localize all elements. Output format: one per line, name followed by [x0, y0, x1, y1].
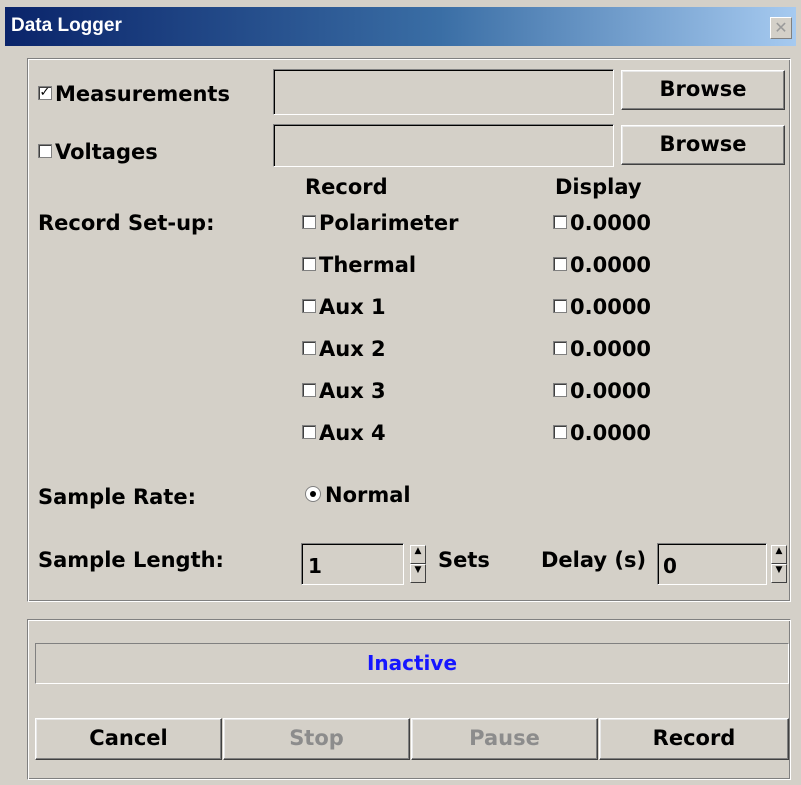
channel-name: Polarimeter	[319, 211, 459, 235]
channel-name: Aux 4	[319, 421, 386, 445]
channel-name: Thermal	[319, 253, 417, 277]
checkbox-unchecked-icon	[38, 144, 52, 158]
sample-length-input[interactable]: 1	[301, 543, 404, 585]
record-aux2-checkbox[interactable]: Aux 2	[302, 337, 386, 361]
voltages-browse-button[interactable]: Browse	[621, 125, 785, 165]
radio-selected-icon	[305, 486, 321, 502]
checkbox-unchecked-icon	[553, 341, 567, 355]
spin-up-icon[interactable]: ▲	[410, 545, 426, 564]
checkbox-unchecked-icon	[302, 425, 316, 439]
record-aux3-checkbox[interactable]: Aux 3	[302, 379, 386, 403]
spin-up-icon[interactable]: ▲	[771, 545, 787, 564]
record-column-header: Record	[305, 175, 388, 199]
voltages-label: Voltages	[55, 140, 158, 164]
channel-name: Aux 3	[319, 379, 386, 403]
checkbox-unchecked-icon	[302, 299, 316, 313]
status-indicator: Inactive	[35, 643, 789, 684]
delay-spinner[interactable]: ▲ ▼	[771, 545, 787, 583]
record-aux4-checkbox[interactable]: Aux 4	[302, 421, 386, 445]
display-polarimeter-checkbox[interactable]: 0.0000	[553, 211, 651, 235]
channel-value: 0.0000	[570, 379, 652, 403]
channel-name: Aux 2	[319, 337, 386, 361]
display-aux3-checkbox[interactable]: 0.0000	[553, 379, 651, 403]
channel-value: 0.0000	[570, 337, 652, 361]
spin-down-icon[interactable]: ▼	[410, 564, 426, 583]
record-aux1-checkbox[interactable]: Aux 1	[302, 295, 386, 319]
pause-button[interactable]: Pause	[411, 718, 598, 760]
checkbox-unchecked-icon	[553, 383, 567, 397]
display-aux1-checkbox[interactable]: 0.0000	[553, 295, 651, 319]
sample-length-label: Sample Length:	[38, 548, 224, 572]
cancel-button[interactable]: Cancel	[35, 718, 222, 760]
voltages-path-field[interactable]	[273, 124, 614, 167]
checkbox-unchecked-icon	[302, 341, 316, 355]
data-logger-window: Data Logger ✕ ✓ Measurements Browse Volta…	[0, 0, 801, 785]
measurements-path-field[interactable]	[273, 69, 614, 115]
checkbox-unchecked-icon	[302, 215, 316, 229]
checkbox-unchecked-icon	[302, 383, 316, 397]
sample-rate-option: Normal	[325, 483, 411, 507]
display-column-header: Display	[555, 175, 642, 199]
display-aux4-checkbox[interactable]: 0.0000	[553, 421, 651, 445]
record-thermal-checkbox[interactable]: Thermal	[302, 253, 416, 277]
sample-length-unit: Sets	[438, 548, 490, 572]
channel-value: 0.0000	[570, 253, 652, 277]
sample-rate-label: Sample Rate:	[38, 485, 196, 509]
checkbox-unchecked-icon	[553, 299, 567, 313]
measurements-browse-button[interactable]: Browse	[621, 70, 785, 110]
delay-label: Delay (s)	[541, 548, 647, 572]
title-bar[interactable]: Data Logger ✕	[5, 7, 796, 46]
spin-down-icon[interactable]: ▼	[771, 564, 787, 583]
checkbox-checked-icon: ✓	[38, 85, 52, 100]
checkbox-unchecked-icon	[553, 425, 567, 439]
voltages-checkbox[interactable]: Voltages	[38, 140, 158, 164]
sample-rate-normal-radio[interactable]: Normal	[305, 483, 411, 507]
checkbox-unchecked-icon	[302, 257, 316, 271]
measurements-label: Measurements	[55, 82, 230, 106]
channel-value: 0.0000	[570, 421, 652, 445]
channel-value: 0.0000	[570, 211, 652, 235]
channel-name: Aux 1	[319, 295, 386, 319]
record-setup-label: Record Set-up:	[38, 211, 215, 235]
display-aux2-checkbox[interactable]: 0.0000	[553, 337, 651, 361]
checkbox-unchecked-icon	[553, 215, 567, 229]
stop-button[interactable]: Stop	[223, 718, 410, 760]
channel-value: 0.0000	[570, 295, 652, 319]
record-polarimeter-checkbox[interactable]: Polarimeter	[302, 211, 459, 235]
sample-length-spinner[interactable]: ▲ ▼	[410, 545, 426, 583]
delay-value: 0	[663, 554, 677, 578]
close-icon[interactable]: ✕	[770, 17, 792, 39]
display-thermal-checkbox[interactable]: 0.0000	[553, 253, 651, 277]
sample-length-value: 1	[308, 554, 322, 578]
record-button[interactable]: Record	[599, 718, 789, 760]
delay-input[interactable]: 0	[657, 543, 767, 585]
checkbox-unchecked-icon	[553, 257, 567, 271]
window-title: Data Logger	[11, 15, 122, 36]
measurements-checkbox[interactable]: ✓ Measurements	[38, 82, 230, 106]
